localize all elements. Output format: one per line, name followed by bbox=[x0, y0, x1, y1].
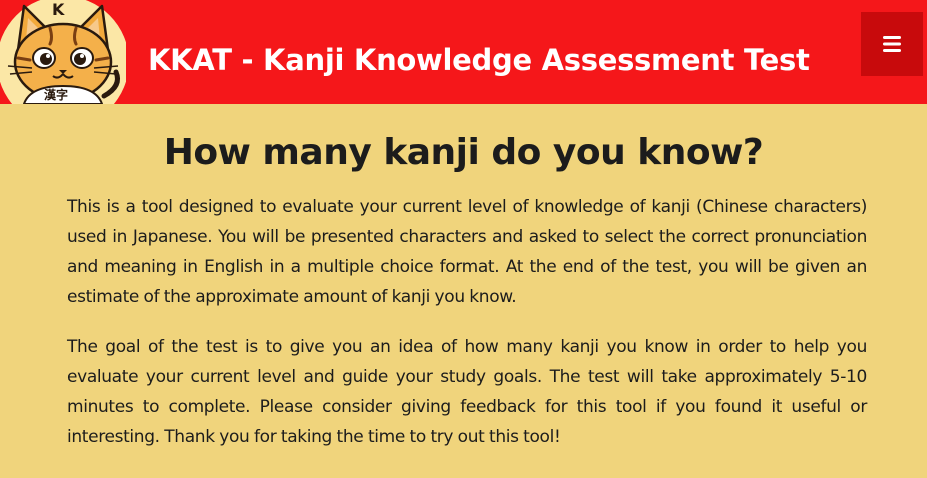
logo-kanji-label: 漢字 bbox=[44, 88, 69, 102]
intro-paragraph-1: This is a tool designed to evaluate your… bbox=[67, 197, 867, 307]
intro-paragraph-2: The goal of the test is to give you an i… bbox=[67, 337, 867, 447]
site-header: K 漢字 KKAT - Kanji Knowledge Assessment T… bbox=[0, 0, 927, 104]
main-content: How many kanji do you know? This is a to… bbox=[0, 104, 927, 478]
site-title[interactable]: KKAT - Kanji Knowledge Assessment Test bbox=[148, 38, 810, 82]
logo-letter: K bbox=[52, 0, 65, 19]
menu-toggle-button[interactable] bbox=[861, 12, 923, 76]
hamburger-menu-icon bbox=[883, 36, 901, 52]
page-heading: How many kanji do you know? bbox=[163, 132, 764, 173]
